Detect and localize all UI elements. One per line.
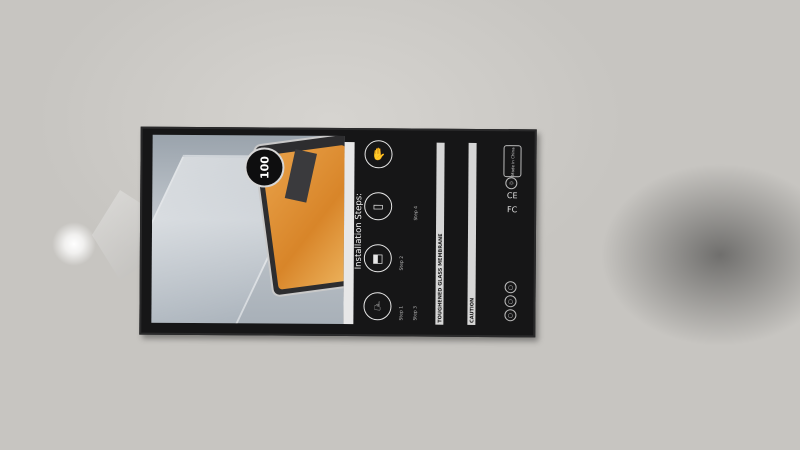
recycle-icon: ♲ — [505, 177, 518, 190]
step-3-label: Step 3 — [413, 305, 419, 321]
step-2-label: Step 2 — [399, 255, 405, 271]
fc-mark: FC — [507, 204, 518, 214]
screen-protector-box: 100 Installation Steps: ✋ ▭ ◧ ☝ Step 1 S… — [139, 126, 537, 338]
press-bubbles-icon: ☝ — [363, 292, 392, 321]
ce-mark: CE — [506, 190, 518, 200]
wipe-icon: ✋ — [364, 140, 393, 169]
dust-removal-icon: ▭ — [364, 192, 393, 221]
step-4-label: Step 4 — [414, 205, 420, 221]
light-glare — [52, 222, 96, 266]
count-badge: 100 — [244, 147, 285, 188]
product-artwork: 100 — [151, 134, 345, 325]
step-icons: ✋ ▭ ◧ ☝ — [363, 140, 394, 321]
symbol-icon-1: ○ — [504, 281, 517, 294]
certification-column: Made in China FC CE ♲ ○ ○ ○ — [496, 141, 525, 325]
made-in-badge: Made in China — [503, 145, 522, 178]
apply-glass-icon: ◧ — [363, 244, 392, 273]
toughened-glass-label: TOUGHENED GLASS MEMBRANE — [437, 233, 444, 323]
caution-label: CAUTION — [469, 297, 476, 323]
symbol-icon-3: ○ — [504, 309, 517, 322]
symbol-icon-2: ○ — [504, 295, 517, 308]
